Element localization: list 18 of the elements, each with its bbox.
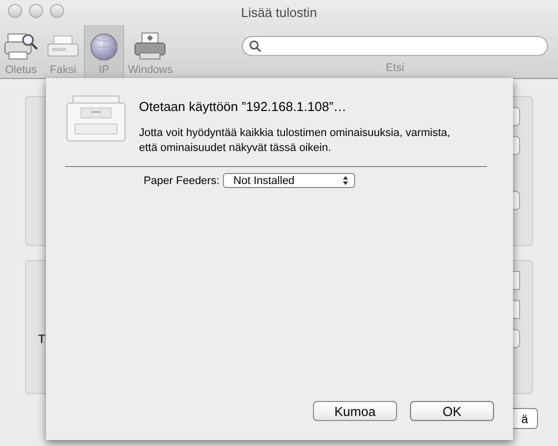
window-title: Lisää tulostin — [241, 4, 317, 20]
feeder-popup[interactable]: Not Installed — [223, 173, 356, 188]
sheet-message: Jotta voit hyödyntää kaikkia tulostimen ominaisuuksia, varmista, että ominaisuudet näkyvät tässä oikein. — [139, 126, 452, 156]
field-label: T — [38, 332, 46, 346]
sheet-title: Otetaan käyttöön ”192.168.1.108”… — [139, 99, 348, 114]
printer-icon — [133, 32, 168, 62]
stepper-icon — [343, 176, 348, 185]
printer-magnifier-icon — [4, 32, 38, 62]
close-button[interactable] — [8, 4, 22, 18]
search-field[interactable] — [242, 36, 548, 56]
globe-icon — [89, 32, 119, 62]
option-label: Paper Feeders: — [144, 174, 220, 186]
zoom-button[interactable] — [50, 4, 64, 18]
cancel-button[interactable]: Kumoa — [313, 401, 397, 421]
search-label: Etsi — [386, 62, 404, 74]
ok-button[interactable]: OK — [410, 401, 494, 421]
search-icon — [249, 40, 261, 52]
minimize-button[interactable] — [29, 4, 43, 18]
